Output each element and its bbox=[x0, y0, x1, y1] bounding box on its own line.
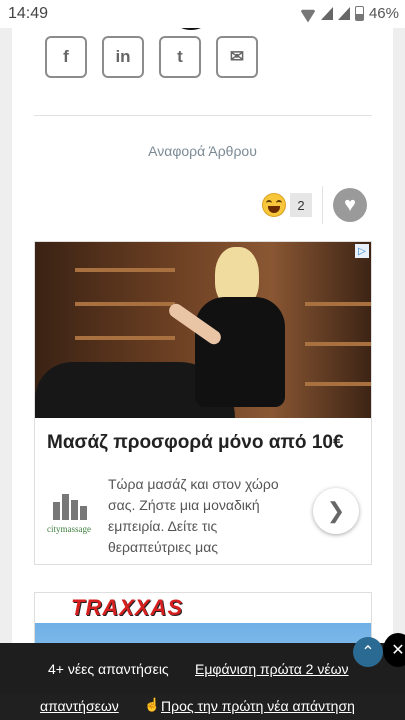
battery-icon bbox=[354, 6, 364, 21]
linkedin-share-button[interactable]: in bbox=[102, 36, 144, 78]
heart-icon: ♥ bbox=[344, 193, 356, 216]
twitter-share-button[interactable]: t bbox=[159, 36, 201, 78]
first-new-reply-link[interactable]: Προς την πρώτη νέα απάντηση bbox=[161, 698, 355, 714]
new-replies-message: 4+ νέες απαντήσεις bbox=[48, 661, 169, 677]
email-share-button[interactable]: ✉ bbox=[216, 36, 258, 78]
ad-headline[interactable]: Μασάζ προσφορά μόνο από 10€ bbox=[47, 432, 344, 454]
ad2-brand-logo: TRAXXAS bbox=[71, 595, 184, 620]
bottom-bar: απαντήσεων ☝ Προς την πρώτη νέα απάντηση bbox=[0, 695, 405, 720]
facebook-icon: f bbox=[63, 47, 69, 66]
email-icon: ✉ bbox=[229, 47, 245, 66]
article-page: f in t ✉ Αναφορά Άρθρου 2 ♥ ▷ Μασάζ προσ… bbox=[12, 28, 393, 720]
facebook-share-button[interactable]: f bbox=[45, 36, 87, 78]
ad-next-button[interactable]: ❯ bbox=[313, 488, 359, 534]
therapist-figure bbox=[166, 247, 295, 418]
ad-description: Τώρα μασάζ και στον χώρο σας. Ζήστε μια … bbox=[108, 476, 279, 555]
status-time: 14:49 bbox=[8, 5, 49, 22]
battery-percent: 46% bbox=[368, 5, 399, 22]
signal-icon-2 bbox=[337, 7, 350, 20]
wifi-icon bbox=[300, 7, 316, 21]
ad-logo-text: citymassage bbox=[47, 524, 91, 534]
like-heart-button[interactable]: ♥ bbox=[333, 188, 367, 222]
advertisement-card[interactable]: ▷ Μασάζ προσφορά μόνο από 10€ citymassag… bbox=[34, 241, 372, 565]
new-replies-toast: 4+ νέες απαντήσεις Εμφάνιση πρώτα 2 νέων bbox=[0, 643, 405, 695]
status-icons: 46% bbox=[300, 5, 399, 22]
report-article-link[interactable]: Αναφορά Άρθρου bbox=[12, 143, 393, 159]
signal-icon bbox=[320, 7, 333, 20]
show-newest-link[interactable]: Εμφάνιση πρώτα 2 νέων bbox=[195, 661, 349, 677]
show-newest-link-continued[interactable]: απαντήσεων bbox=[40, 698, 119, 714]
scroll-top-button[interactable]: ⌃ bbox=[353, 637, 383, 667]
adchoices-icon[interactable]: ▷ bbox=[355, 244, 369, 258]
chevron-up-icon: ⌃ bbox=[361, 644, 375, 661]
pointer-icon: ☝ bbox=[144, 697, 161, 712]
laugh-emoji-icon[interactable] bbox=[262, 193, 286, 217]
status-bar: 14:49 46% bbox=[0, 0, 405, 28]
reaction-separator bbox=[322, 186, 323, 224]
ad-logo: citymassage bbox=[47, 488, 95, 534]
chevron-right-icon: ❯ bbox=[326, 498, 346, 523]
close-toast-button[interactable]: ✕ bbox=[383, 633, 405, 667]
reactions-bar: 2 ♥ bbox=[262, 186, 367, 224]
close-icon: ✕ bbox=[391, 642, 405, 659]
share-buttons: f in t ✉ bbox=[45, 36, 258, 78]
reaction-count: 2 bbox=[290, 193, 312, 217]
divider bbox=[34, 115, 372, 116]
twitter-icon: t bbox=[177, 47, 183, 66]
linkedin-icon: in bbox=[115, 47, 131, 66]
ad-image[interactable]: ▷ bbox=[35, 242, 371, 418]
